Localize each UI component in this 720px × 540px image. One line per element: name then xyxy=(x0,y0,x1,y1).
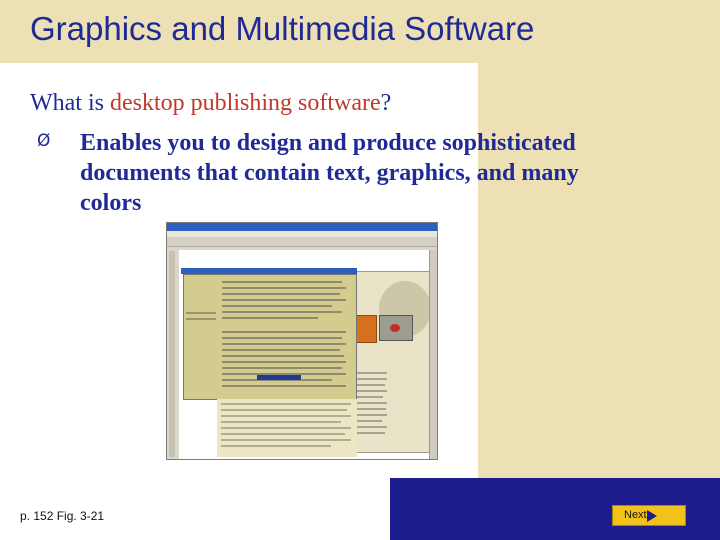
figure-caption: p. 152 Fig. 3-21 xyxy=(20,509,105,523)
app-toolbox xyxy=(169,251,175,457)
slide-title: Graphics and Multimedia Software xyxy=(30,10,535,47)
story-editor-window xyxy=(183,274,357,400)
dtp-screenshot xyxy=(166,222,438,460)
question-suffix: ? xyxy=(380,90,392,116)
question-heading: What is desktop publishing software? xyxy=(30,90,391,117)
document-text-below xyxy=(217,399,357,457)
app-toolbar xyxy=(167,237,437,247)
photo-graphic xyxy=(379,315,413,341)
right-decor-bar xyxy=(478,63,720,478)
selected-text xyxy=(257,375,301,380)
next-button-label: Next xyxy=(624,509,647,521)
next-button[interactable]: Next xyxy=(612,505,686,526)
arrow-bullet-icon: Ø xyxy=(37,131,51,151)
question-prefix: What is xyxy=(30,90,110,116)
app-titlebar xyxy=(167,223,437,231)
book-graphic xyxy=(355,315,377,343)
question-term: desktop publishing software xyxy=(109,90,381,116)
bullet-text: Enables you to design and produce sophis… xyxy=(80,130,579,216)
app-scrollbar xyxy=(429,250,437,459)
next-arrow-icon xyxy=(647,510,657,522)
